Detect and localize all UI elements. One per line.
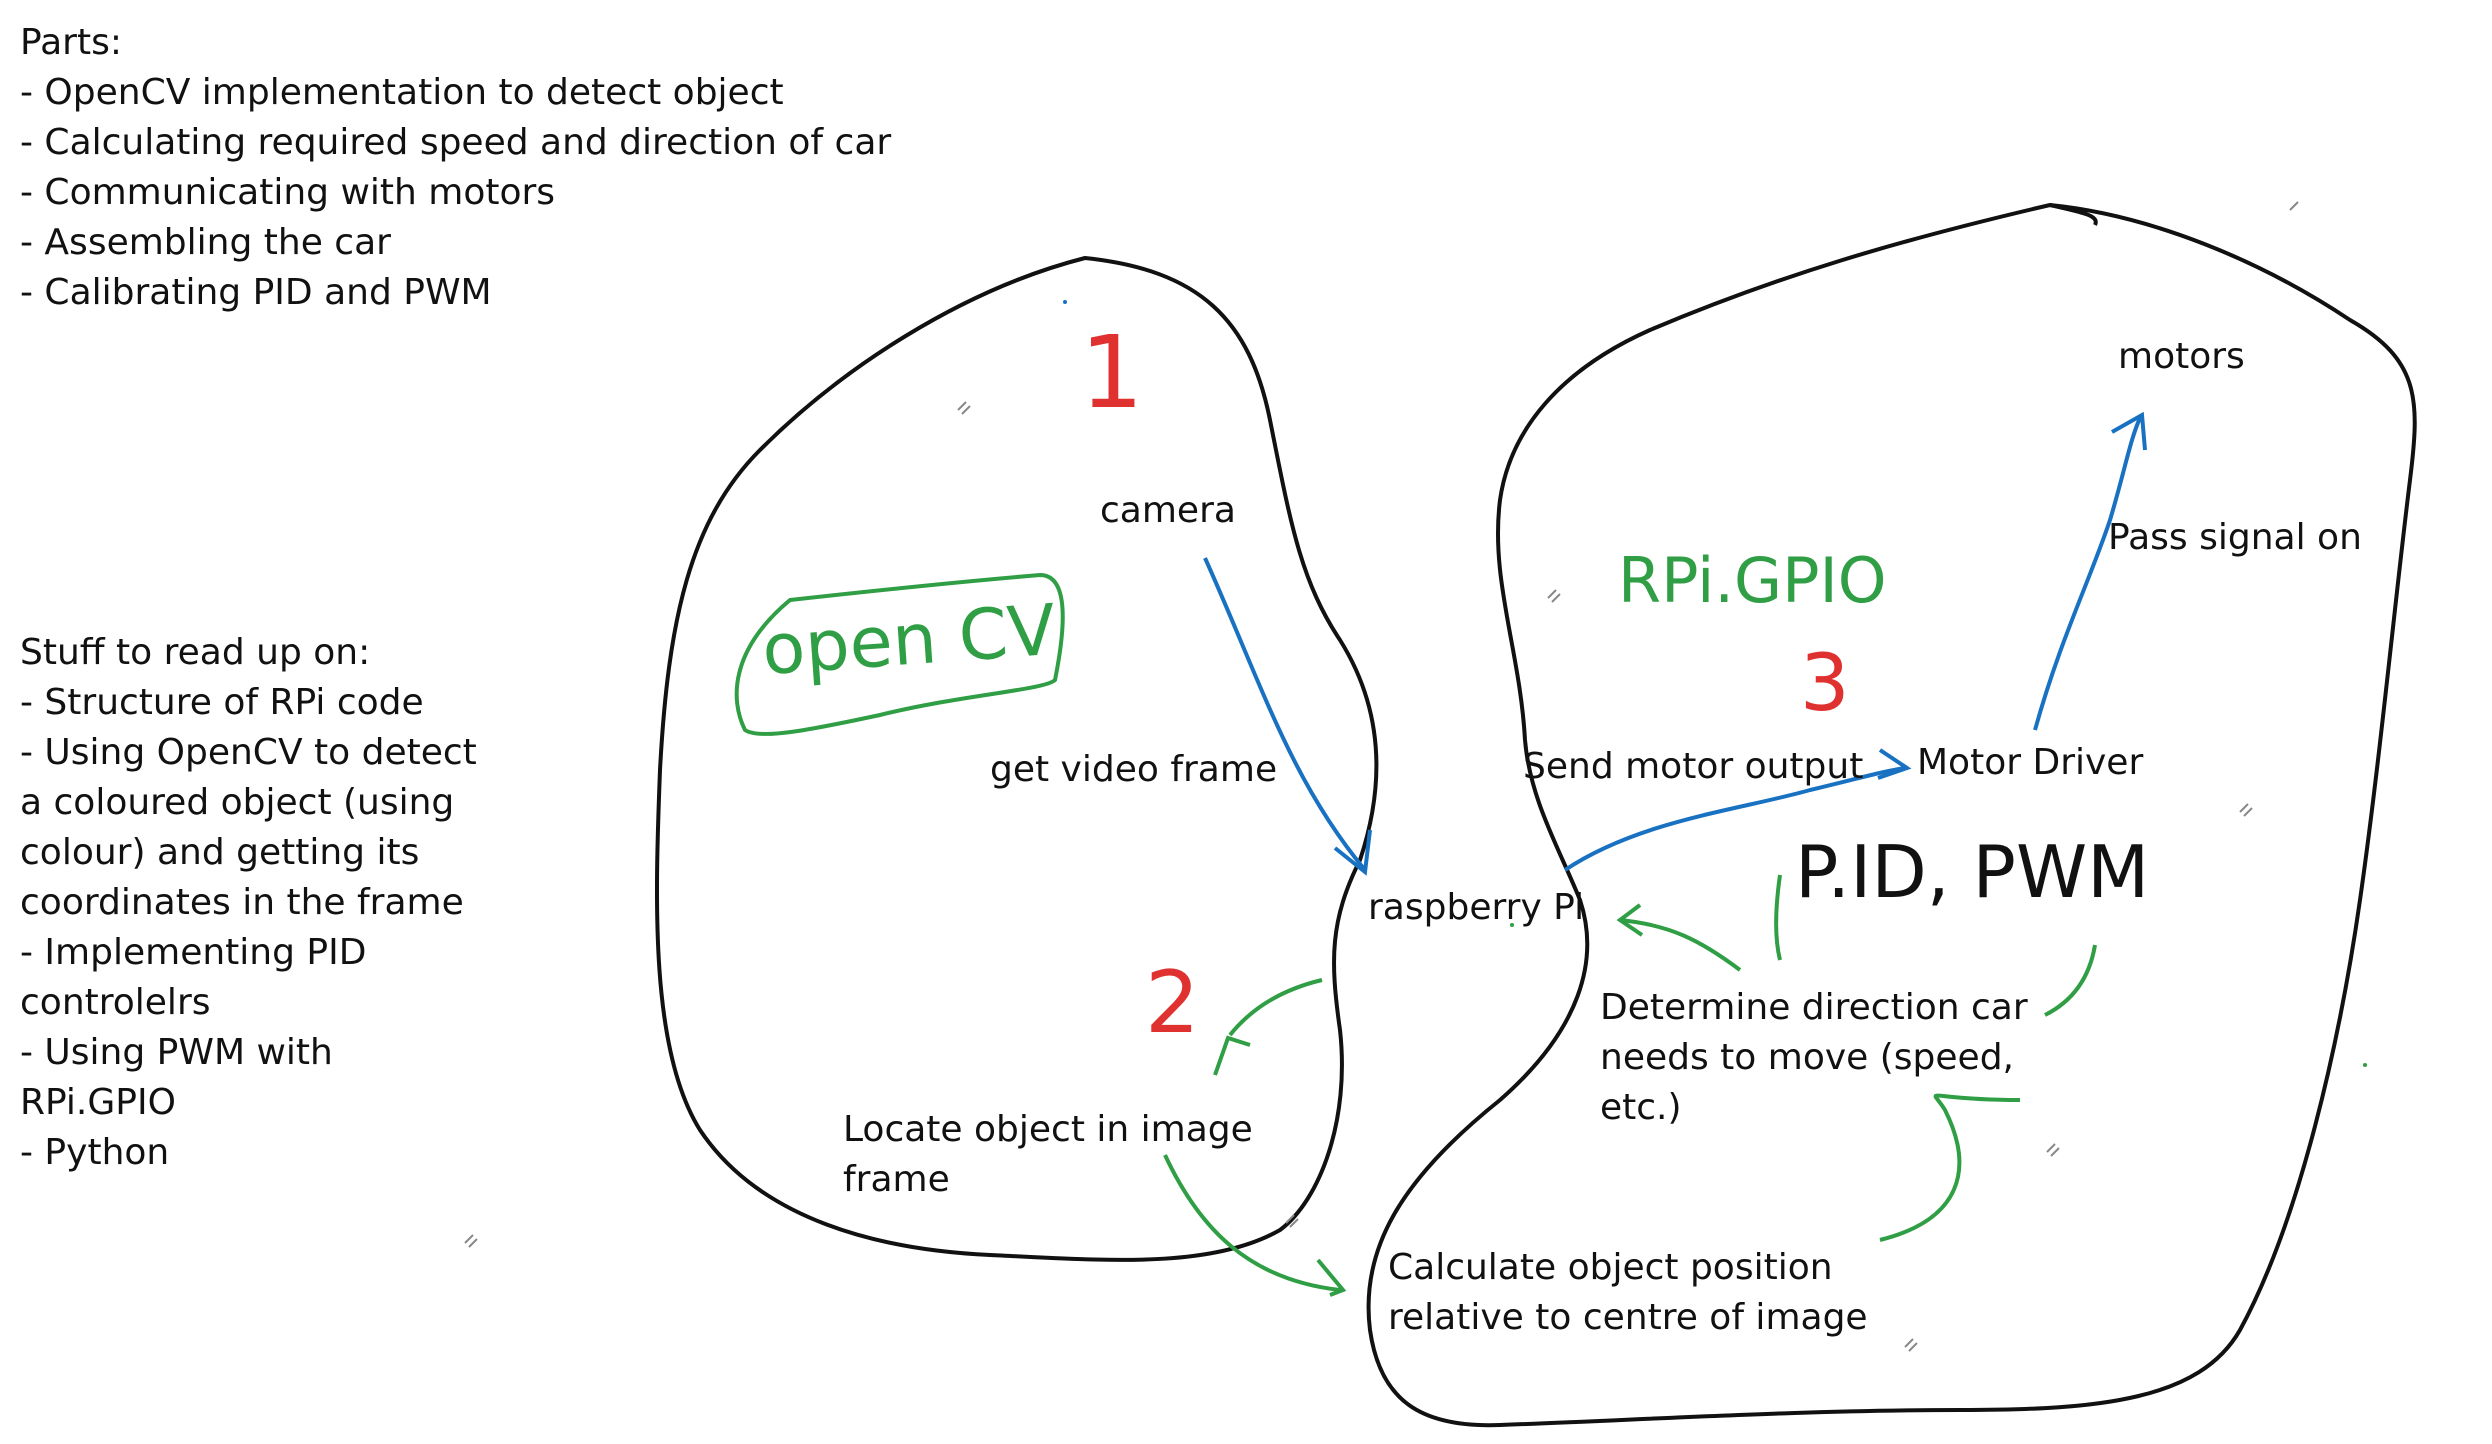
reading-item: a coloured object (using	[20, 782, 455, 823]
arrow-driver-to-motors	[2033, 417, 2142, 731]
reading-item: colour) and getting its	[20, 832, 420, 873]
node-send-motor-output: Send motor output	[1523, 746, 1864, 787]
node-determine-line: etc.)	[1600, 1087, 1682, 1128]
node-calc-position-line: relative to centre of image	[1388, 1297, 1868, 1338]
reading-item: RPi.GPIO	[20, 1082, 176, 1123]
node-raspberry-pi: raspberry Pi	[1368, 887, 1585, 928]
step-number-2: 2	[1145, 953, 1200, 1053]
arrow-determine-to-pi	[1619, 918, 1742, 972]
stray-mark-dot-2	[2363, 1063, 2367, 1067]
node-determine-line: needs to move (speed,	[1600, 1037, 2014, 1078]
node-motors: motors	[2118, 336, 2245, 377]
reading-item: coordinates in the frame	[20, 882, 464, 923]
node-calc-position-line: Calculate object position	[1388, 1247, 1833, 1288]
arrow-pid-to-determine	[1774, 874, 1782, 961]
reading-item: - Using OpenCV to detect	[20, 732, 477, 773]
arrow-pi-to-locate	[1228, 978, 1323, 1037]
node-locate-object-line: frame	[843, 1159, 950, 1200]
reading-item: - Structure of RPi code	[20, 682, 424, 723]
annotation-pid-pwm: P.ID, PWM	[1795, 830, 2150, 914]
node-determine-direction: Determine direction car needs to move (s…	[1600, 983, 2028, 1133]
reading-item: - Implementing PID	[20, 932, 367, 973]
node-calc-position: Calculate object position relative to ce…	[1388, 1243, 1868, 1343]
arrow-pi-to-locate-head	[1213, 1035, 1251, 1076]
node-motor-driver: Motor Driver	[1917, 742, 2144, 783]
node-locate-object-line: Locate object in image	[843, 1109, 1253, 1150]
parts-item: - Calculating required speed and directi…	[20, 122, 892, 163]
reading-list: Stuff to read up on: - Structure of RPi …	[20, 628, 477, 1178]
stray-mark-dot-1	[1063, 300, 1067, 304]
annotation-rpi-gpio: RPi.GPIO	[1618, 544, 1887, 617]
node-determine-line: Determine direction car	[1600, 987, 2028, 1028]
parts-item: - OpenCV implementation to detect object	[20, 72, 784, 113]
parts-item: - Calibrating PID and PWM	[20, 272, 492, 313]
parts-item: - Communicating with motors	[20, 172, 556, 213]
step-number-1: 1	[1080, 314, 1144, 431]
parts-item: - Assembling the car	[20, 222, 391, 263]
node-locate-object: Locate object in image frame	[843, 1105, 1253, 1205]
arrow-camera-to-pi	[1203, 557, 1367, 872]
node-pass-signal-on: Pass signal on	[2108, 517, 2362, 558]
node-get-video-frame: get video frame	[990, 749, 1278, 790]
step-number-3: 3	[1800, 639, 1850, 729]
reading-item: controlelrs	[20, 982, 211, 1023]
arrow-determine-to-pid	[2044, 944, 2097, 1017]
parts-heading: Parts:	[20, 22, 122, 63]
node-camera: camera	[1100, 490, 1236, 531]
reading-item: - Python	[20, 1132, 170, 1173]
parts-list: Parts: - OpenCV implementation to detect…	[20, 18, 891, 318]
reading-heading: Stuff to read up on:	[20, 632, 371, 673]
reading-item: - Using PWM with	[20, 1032, 333, 1073]
